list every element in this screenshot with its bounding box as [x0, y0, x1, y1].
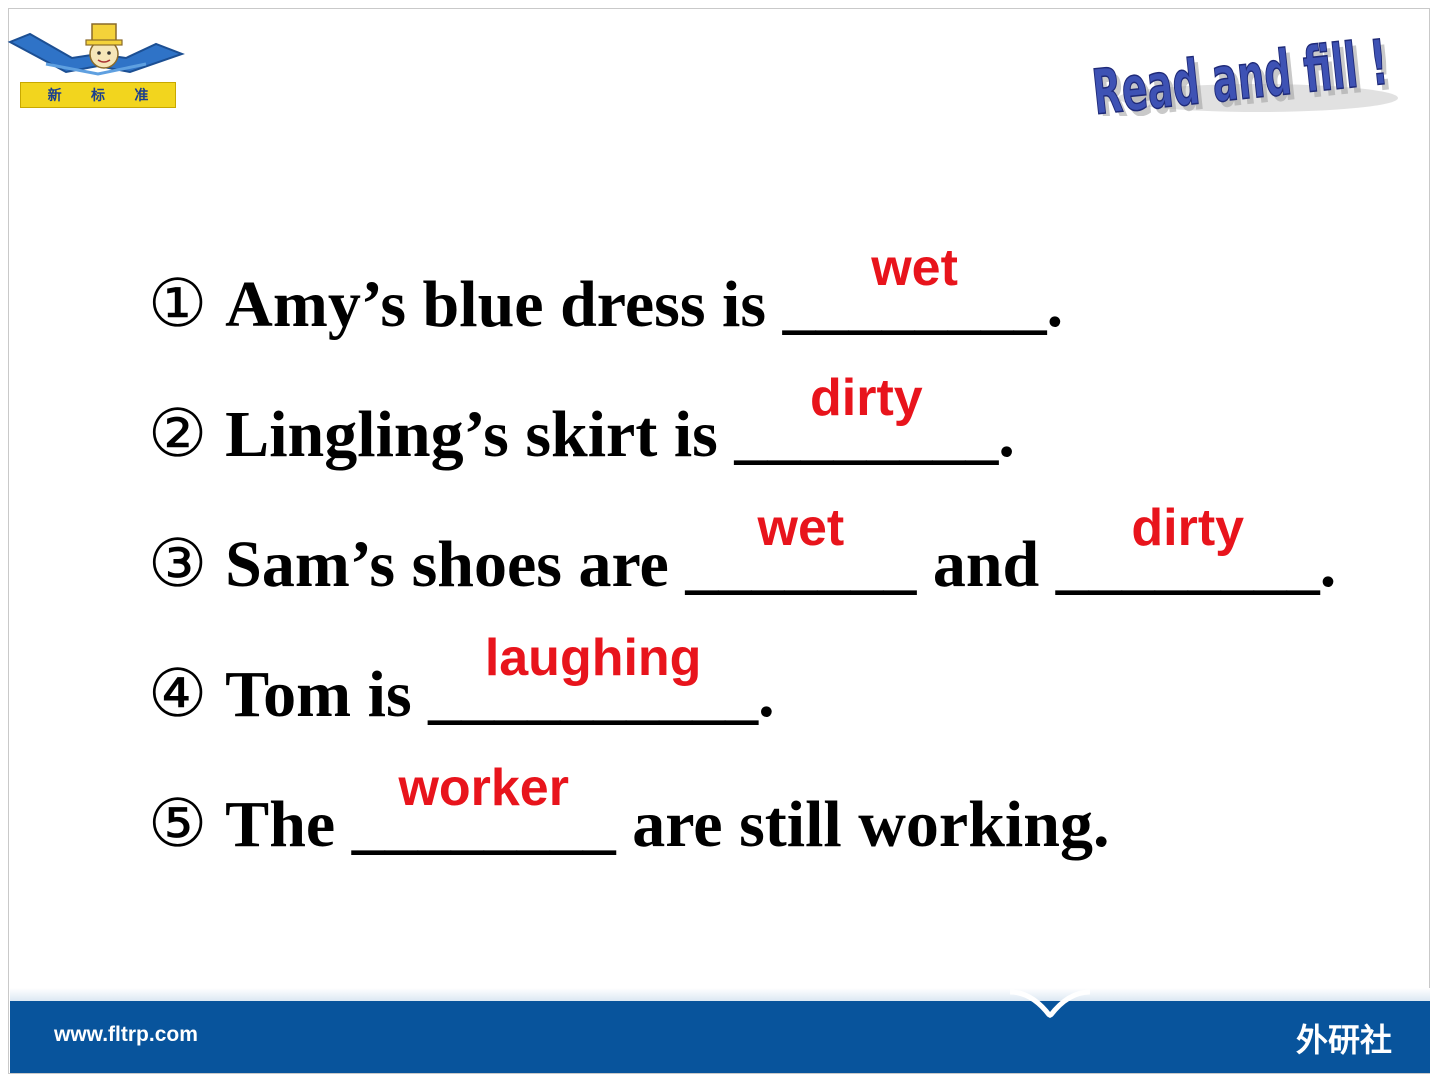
- answer-blank: ________ worker: [352, 762, 616, 858]
- question-end: .: [758, 658, 775, 731]
- logo-char: 新: [47, 88, 62, 104]
- question-text: Sam’s shoes are: [225, 528, 686, 601]
- book-mascot-icon: [7, 23, 185, 76]
- question-number: ①: [148, 268, 208, 341]
- title-text: Read and fill !: [1089, 26, 1391, 116]
- answer-text: dirty: [810, 369, 923, 427]
- question-number: ②: [148, 398, 208, 471]
- logo-char: 准: [134, 88, 149, 104]
- footer-bar: www.fltrp.com 外研社: [10, 1001, 1430, 1073]
- question-end: .: [1319, 528, 1337, 601]
- question-2: ② Lingling’s skirt is ________ dirty.: [148, 372, 1015, 468]
- question-end: .: [998, 398, 1015, 471]
- question-text: Lingling’s skirt is: [225, 398, 735, 471]
- answer-text: wet: [757, 499, 845, 557]
- answer-text: wet: [871, 239, 958, 297]
- question-end: .: [1046, 268, 1064, 341]
- question-text: and: [916, 528, 1056, 601]
- footer-notch-icon: [1010, 989, 1090, 1020]
- answer-blank: ________ dirty: [1056, 502, 1320, 598]
- logo-label: 新 标 准: [20, 82, 176, 108]
- answer-text: laughing: [484, 629, 702, 687]
- question-text: Tom is: [225, 658, 429, 731]
- question-end: are still working.: [615, 788, 1110, 861]
- question-text: The: [225, 788, 352, 861]
- footer-url-link[interactable]: www.fltrp.com: [54, 1023, 198, 1047]
- logo-char: 标: [90, 88, 105, 104]
- footer-divider: [10, 988, 1430, 1002]
- question-number: ⑤: [148, 788, 208, 861]
- publisher-logo: 新 标 准: [6, 14, 188, 114]
- question-3: ③ Sam’s shoes are _______ wet and ________…: [148, 502, 1336, 598]
- answer-blank: ________ wet: [783, 242, 1047, 338]
- question-1: ① Amy’s blue dress is ________ wet.: [148, 242, 1063, 338]
- answer-blank: ________ dirty: [734, 372, 998, 468]
- question-number: ③: [148, 528, 208, 601]
- answer-blank: _______ wet: [685, 502, 916, 598]
- answer-text: worker: [398, 759, 569, 817]
- answer-blank: __________ laughing: [428, 632, 758, 728]
- question-number: ④: [148, 658, 208, 731]
- question-4: ④ Tom is __________ laughing.: [148, 632, 775, 728]
- footer-brand: 外研社: [1295, 1021, 1392, 1059]
- answer-text: dirty: [1131, 499, 1245, 557]
- question-5: ⑤ The ________ worker are still working.: [148, 762, 1109, 858]
- slide-title: Read and fill ! Read and fill !: [1088, 25, 1398, 116]
- question-text: Amy’s blue dress is: [225, 268, 783, 341]
